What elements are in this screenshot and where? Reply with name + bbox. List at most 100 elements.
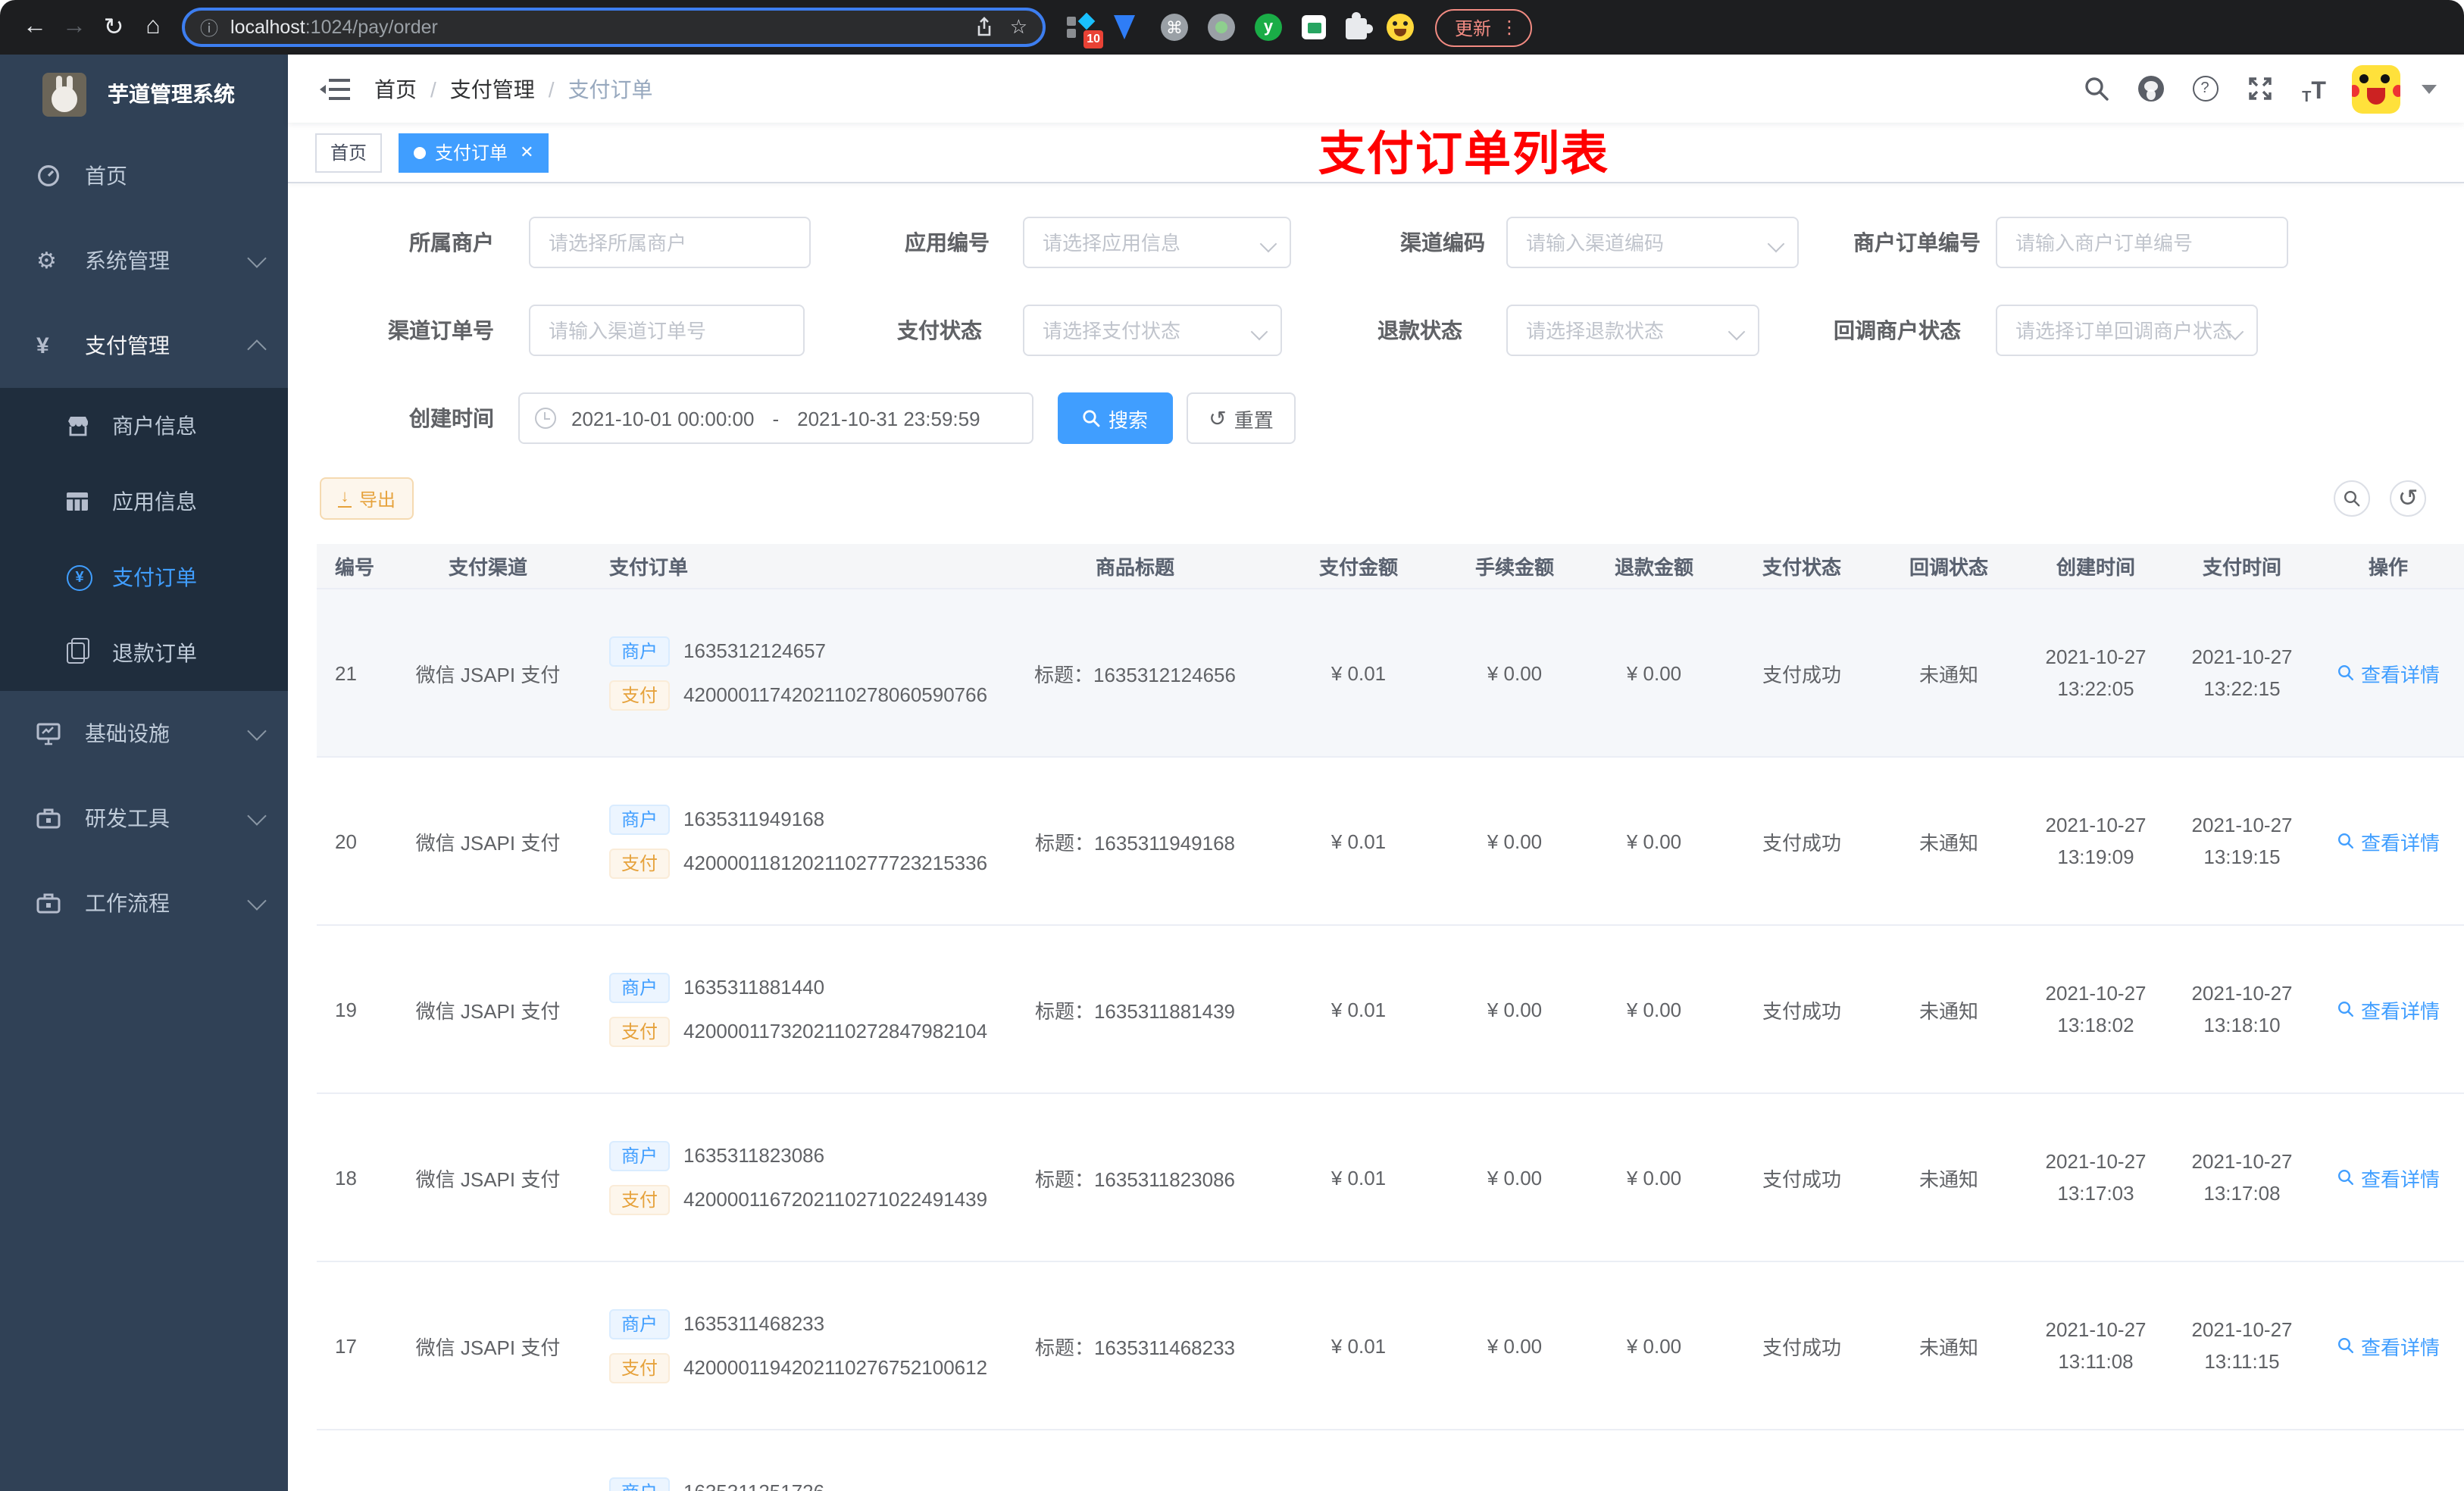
tag-pay-order[interactable]: 支付订单 ✕ xyxy=(399,133,549,172)
sidebar-item-pay[interactable]: ¥ 支付管理 xyxy=(0,303,288,388)
export-button[interactable]: 导出 xyxy=(320,477,414,520)
avatar[interactable] xyxy=(2352,64,2400,113)
home-icon[interactable]: ⌂ xyxy=(133,8,173,47)
sidebar-item-refund-order[interactable]: 退款订单 xyxy=(0,615,288,691)
pay-order-no: 4200001167202110271022491439 xyxy=(683,1188,988,1211)
merchant-input[interactable] xyxy=(529,217,811,268)
sidebar-item-devtool[interactable]: 研发工具 xyxy=(0,776,288,861)
avatar-caret-icon[interactable] xyxy=(2422,84,2437,93)
table-row[interactable]: 19 微信 JSAPI 支付 商户 1635311881440 支付 42000… xyxy=(317,925,2464,1094)
cell-refund: ¥ 0.00 xyxy=(1582,757,1726,926)
channel-order-input[interactable] xyxy=(529,305,805,356)
merchant-order-no: 1635311251726 xyxy=(683,1480,824,1491)
sidebar-item-merchant-info[interactable]: 商户信息 xyxy=(0,388,288,464)
refresh-left-icon xyxy=(1209,405,1226,431)
table-row[interactable]: 21 微信 JSAPI 支付 商户 1635312124657 支付 42000… xyxy=(317,589,2464,758)
app-select[interactable] xyxy=(1023,217,1291,268)
chevron-down-icon xyxy=(247,248,267,267)
col-pay-status: 支付状态 xyxy=(1726,544,1878,589)
sidebar-item-workflow[interactable]: 工作流程 xyxy=(0,861,288,946)
extension-chat-icon[interactable] xyxy=(1302,15,1326,39)
merchant-tag: 商户 xyxy=(609,1477,671,1491)
briefcase-icon xyxy=(36,808,73,829)
close-tag-icon[interactable]: ✕ xyxy=(520,142,533,162)
app-header: 首页 / 支付管理 / 支付订单 支付订单列表 xyxy=(288,55,2464,180)
merchant-order-input[interactable] xyxy=(1996,217,2288,268)
date-end[interactable]: 2021-10-31 23:59:59 xyxy=(797,407,980,430)
cell-pay-order: 商户 1635311823086 支付 42000011672021102710… xyxy=(594,1093,1000,1262)
view-detail-link[interactable]: 查看详情 xyxy=(2337,1331,2440,1360)
tag-home[interactable]: 首页 xyxy=(315,133,383,172)
cell-refund: ¥ 0.00 xyxy=(1582,1261,1726,1430)
extension-record-icon[interactable] xyxy=(1208,14,1235,41)
reset-button[interactable]: 重置 xyxy=(1187,392,1296,444)
back-icon[interactable]: ← xyxy=(15,8,55,47)
table-row[interactable]: 17 微信 JSAPI 支付 商户 1635311468233 支付 42000… xyxy=(317,1261,2464,1430)
cell-fee: ¥ 0.00 xyxy=(1447,589,1582,758)
header-actions xyxy=(2079,64,2464,113)
view-detail-link[interactable]: 查看详情 xyxy=(2337,827,2440,855)
extension-y-icon[interactable]: y xyxy=(1255,14,1282,41)
cell-actions: 查看详情 xyxy=(2312,1261,2464,1430)
filter-label-merchant: 所属商户 xyxy=(409,230,494,255)
extension-command-icon[interactable]: ⌘ xyxy=(1161,14,1188,41)
view-detail-link[interactable]: 查看详情 xyxy=(2337,995,2440,1024)
gear-icon: ⚙ xyxy=(36,248,57,274)
cell-pay-status: 支付成功 xyxy=(1726,1261,1878,1430)
refund-status-select[interactable] xyxy=(1506,305,1759,356)
fullscreen-icon[interactable] xyxy=(2243,72,2276,105)
extension-grid-icon[interactable]: 10 xyxy=(1067,12,1103,48)
cell-pay-status xyxy=(1726,1430,1878,1491)
refresh-icon[interactable]: ↻ xyxy=(94,8,133,47)
table-row[interactable]: 20 微信 JSAPI 支付 商户 1635311949168 支付 42000… xyxy=(317,757,2464,926)
notify-status-select[interactable] xyxy=(1996,305,2258,356)
sidebar-item-infra[interactable]: 基础设施 xyxy=(0,691,288,776)
sidebar-item-app-info[interactable]: 应用信息 xyxy=(0,464,288,539)
view-detail-link[interactable]: 查看详情 xyxy=(2337,658,2440,687)
extension-kite-icon[interactable] xyxy=(1114,14,1141,41)
overflow-menu-icon[interactable]: ⋮ xyxy=(1500,17,1518,38)
search-button[interactable]: 搜索 xyxy=(1058,392,1173,444)
sidebar-item-home[interactable]: 首页 xyxy=(0,133,288,218)
pay-order-no: 4200001181202110277723215336 xyxy=(683,852,988,874)
chevron-down-icon xyxy=(247,890,267,910)
collapse-sidebar-icon[interactable] xyxy=(320,78,350,99)
cell-id xyxy=(317,1430,382,1491)
logo-rabbit-icon xyxy=(42,72,86,116)
page-title-annotation: 支付订单列表 xyxy=(1318,127,1609,180)
table-row[interactable]: 18 微信 JSAPI 支付 商户 1635311823086 支付 42000… xyxy=(317,1093,2464,1262)
sidebar-item-pay-order[interactable]: ¥ 支付订单 xyxy=(0,539,288,615)
cell-pay-order: 商户 1635311881440 支付 42000011732021102728… xyxy=(594,925,1000,1094)
search-icon[interactable] xyxy=(2079,72,2112,105)
cell-created: 2021-10-27 13:18:02 xyxy=(2020,925,2172,1094)
table-row[interactable]: 商户 1635311251726 支付 查看详情 xyxy=(317,1430,2464,1491)
sidebar-item-system[interactable]: ⚙ 系统管理 xyxy=(0,218,288,303)
forward-icon[interactable]: → xyxy=(55,8,94,47)
share-icon[interactable] xyxy=(975,17,995,38)
github-icon[interactable] xyxy=(2134,72,2167,105)
col-pay-order: 支付订单 xyxy=(594,544,1000,589)
date-start[interactable]: 2021-10-01 00:00:00 xyxy=(571,407,754,430)
font-size-icon[interactable] xyxy=(2297,72,2331,105)
extensions-puzzle-icon[interactable] xyxy=(1346,12,1373,39)
cell-notify-status xyxy=(1878,1430,2020,1491)
chevron-down-icon xyxy=(247,720,267,740)
url-text[interactable]: localhost:1024/pay/order xyxy=(230,17,960,38)
help-icon[interactable] xyxy=(2188,72,2222,105)
copy-document-icon xyxy=(67,638,100,664)
create-time-range-input[interactable]: 2021-10-01 00:00:00 - 2021-10-31 23:59:5… xyxy=(518,392,1033,444)
breadcrumb-home[interactable]: 首页 xyxy=(374,73,417,104)
bookmark-star-icon[interactable]: ☆ xyxy=(1010,15,1027,39)
yen-circle-icon: ¥ xyxy=(67,564,100,590)
refresh-table-button[interactable]: ↺ xyxy=(2390,480,2426,517)
toggle-search-button[interactable] xyxy=(2334,480,2370,517)
view-detail-link[interactable]: 查看详情 xyxy=(2337,1163,2440,1192)
profile-emoji-icon[interactable] xyxy=(1387,14,1414,41)
pay-status-select[interactable] xyxy=(1023,305,1282,356)
channel-code-select[interactable] xyxy=(1506,217,1799,268)
address-bar[interactable]: ⓘ localhost:1024/pay/order ☆ xyxy=(182,8,1046,47)
breadcrumb-pay[interactable]: 支付管理 xyxy=(450,73,535,104)
site-info-icon[interactable]: ⓘ xyxy=(200,14,218,40)
cell-channel: 微信 JSAPI 支付 xyxy=(382,589,594,758)
update-button[interactable]: 更新 ⋮ xyxy=(1435,8,1533,46)
